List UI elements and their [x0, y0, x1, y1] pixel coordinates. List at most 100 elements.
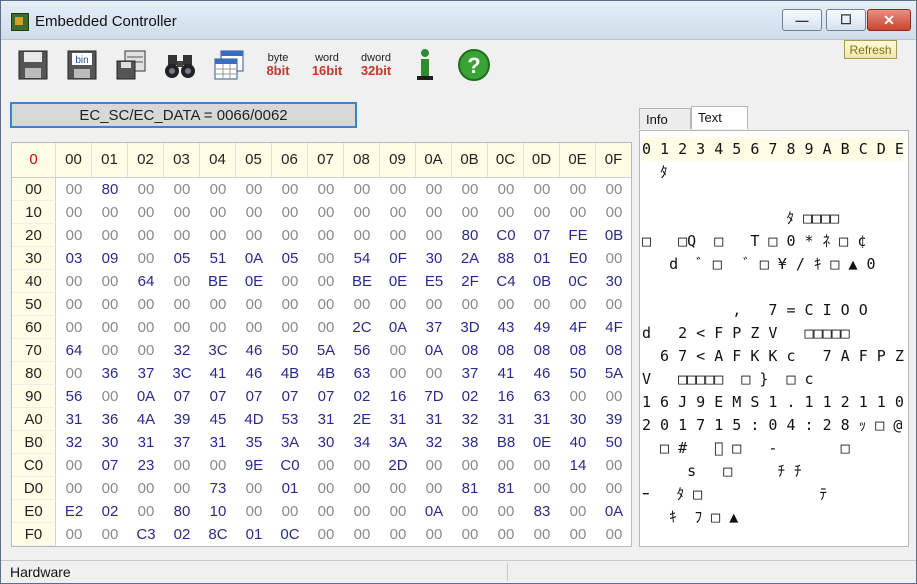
register-cell[interactable]: 00 [272, 201, 308, 224]
register-cell[interactable]: 08 [524, 339, 560, 362]
register-cell[interactable]: 00 [524, 454, 560, 477]
register-cell[interactable]: 00 [236, 477, 272, 500]
register-cell[interactable]: 07 [308, 385, 344, 408]
register-cell[interactable]: 00 [416, 201, 452, 224]
register-cell[interactable]: 46 [236, 362, 272, 385]
register-cell[interactable]: 00 [308, 247, 344, 270]
register-cell[interactable]: 53 [272, 408, 308, 431]
register-cell[interactable]: 00 [524, 477, 560, 500]
register-cell[interactable]: 00 [560, 477, 596, 500]
register-cell[interactable]: 37 [128, 362, 164, 385]
register-cell[interactable]: 31 [524, 408, 560, 431]
register-cell[interactable]: 00 [92, 224, 128, 247]
register-cell[interactable]: 00 [56, 454, 92, 477]
register-cell[interactable]: 0A [236, 247, 272, 270]
refresh-button[interactable]: Refresh [844, 40, 897, 59]
register-cell[interactable]: 00 [128, 293, 164, 316]
register-cell[interactable]: 23 [128, 454, 164, 477]
register-cell[interactable]: 00 [200, 224, 236, 247]
register-cell[interactable]: 02 [164, 523, 200, 546]
register-cell[interactable]: 00 [416, 523, 452, 546]
register-cell[interactable]: 00 [416, 362, 452, 385]
register-cell[interactable]: 07 [164, 385, 200, 408]
save-bin-button[interactable]: bin [64, 47, 100, 83]
register-cell[interactable]: 00 [560, 523, 596, 546]
register-cell[interactable]: 01 [272, 477, 308, 500]
register-cell[interactable]: 00 [164, 316, 200, 339]
register-cell[interactable]: 30 [596, 270, 631, 293]
register-cell[interactable]: 31 [380, 408, 416, 431]
register-cell[interactable]: 88 [488, 247, 524, 270]
register-cell[interactable]: 4B [272, 362, 308, 385]
register-cell[interactable]: 46 [524, 362, 560, 385]
register-cell[interactable]: 00 [272, 224, 308, 247]
register-cell[interactable]: 3C [200, 339, 236, 362]
register-cell[interactable]: 00 [56, 477, 92, 500]
register-cell[interactable]: 00 [344, 201, 380, 224]
register-cell[interactable]: 00 [56, 201, 92, 224]
register-cell[interactable]: 3A [272, 431, 308, 454]
register-cell[interactable]: 00 [236, 201, 272, 224]
register-cell[interactable]: 00 [128, 224, 164, 247]
register-cell[interactable]: 3A [380, 431, 416, 454]
register-cell[interactable]: 56 [56, 385, 92, 408]
register-cell[interactable]: 00 [308, 293, 344, 316]
tab-text[interactable]: Text [691, 106, 748, 129]
register-cell[interactable]: 0E [524, 431, 560, 454]
register-cell[interactable]: 00 [488, 454, 524, 477]
register-cell[interactable]: C0 [488, 224, 524, 247]
register-cell[interactable]: 00 [272, 500, 308, 523]
register-cell[interactable]: 08 [488, 339, 524, 362]
register-cell[interactable]: 30 [560, 408, 596, 431]
register-cell[interactable]: 08 [452, 339, 488, 362]
register-cell[interactable]: 7D [416, 385, 452, 408]
register-cell[interactable]: 00 [344, 523, 380, 546]
register-cell[interactable]: 00 [380, 362, 416, 385]
register-cell[interactable]: 00 [200, 201, 236, 224]
register-cell[interactable]: 07 [524, 224, 560, 247]
maximize-button[interactable]: ☐ [826, 9, 866, 31]
register-cell[interactable]: 00 [200, 293, 236, 316]
save-button[interactable] [15, 47, 51, 83]
register-cell[interactable]: 49 [524, 316, 560, 339]
register-cell[interactable]: 41 [200, 362, 236, 385]
register-cell[interactable]: 4F [596, 316, 631, 339]
ec-port-field[interactable]: EC_SC/EC_DATA = 0066/0062 [10, 102, 357, 128]
minimize-button[interactable]: — [782, 9, 822, 31]
register-cell[interactable]: 4D [236, 408, 272, 431]
register-cell[interactable]: FE [560, 224, 596, 247]
register-cell[interactable]: 43 [488, 316, 524, 339]
register-cell[interactable]: 00 [596, 385, 631, 408]
register-cell[interactable]: 00 [452, 293, 488, 316]
register-cell[interactable]: 00 [344, 293, 380, 316]
register-cell[interactable]: 07 [236, 385, 272, 408]
register-cell[interactable]: 00 [488, 500, 524, 523]
register-cell[interactable]: 50 [596, 431, 631, 454]
register-cell[interactable]: 00 [488, 201, 524, 224]
register-cell[interactable]: 56 [344, 339, 380, 362]
register-cell[interactable]: 31 [56, 408, 92, 431]
register-cell[interactable]: 00 [524, 293, 560, 316]
dword-32bit-button[interactable]: dword 32bit [358, 47, 394, 83]
register-cell[interactable]: 00 [308, 201, 344, 224]
register-cell[interactable]: 0C [560, 270, 596, 293]
register-cell[interactable]: 03 [56, 247, 92, 270]
help-button[interactable]: ? [456, 47, 492, 83]
register-cell[interactable]: 00 [164, 178, 200, 201]
register-cell[interactable]: 00 [128, 477, 164, 500]
register-cell[interactable]: 64 [128, 270, 164, 293]
register-cell[interactable]: 00 [236, 316, 272, 339]
register-cell[interactable]: 54 [344, 247, 380, 270]
register-cell[interactable]: 0F [380, 247, 416, 270]
register-cell[interactable]: 00 [236, 178, 272, 201]
register-cell[interactable]: 00 [308, 270, 344, 293]
register-cell[interactable]: 00 [92, 316, 128, 339]
register-cell[interactable]: 39 [596, 408, 631, 431]
register-cell[interactable]: 50 [272, 339, 308, 362]
register-cell[interactable]: 00 [452, 523, 488, 546]
register-cell[interactable]: 07 [200, 385, 236, 408]
register-cell[interactable]: 00 [56, 362, 92, 385]
register-cell[interactable]: 00 [308, 224, 344, 247]
register-cell[interactable]: 31 [128, 431, 164, 454]
register-cell[interactable]: 00 [380, 339, 416, 362]
